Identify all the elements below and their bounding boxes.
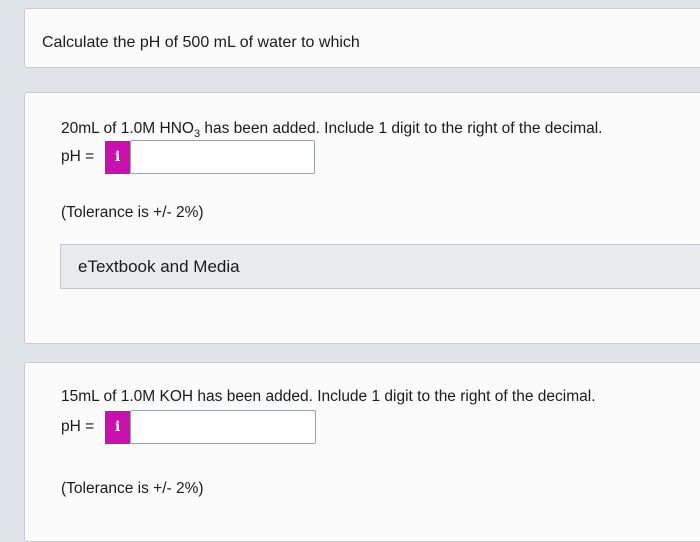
part2-info-icon[interactable]: i — [105, 410, 131, 444]
question-part2-card: 15mL of 1.0M KOH has been added. Include… — [24, 362, 700, 542]
etextbook-media-button[interactable]: eTextbook and Media — [60, 244, 700, 289]
question-part1-card: 20mL of 1.0M HNO3 has been added. Includ… — [24, 92, 700, 344]
part1-question: 20mL of 1.0M HNO3 has been added. Includ… — [61, 120, 603, 140]
part2-tolerance-text: (Tolerance is +/- 2%) — [61, 480, 204, 497]
intro-card: Calculate the pH of 500 mL of water to w… — [24, 8, 700, 68]
part1-question-prefix: 20mL of 1.0M HNO — [61, 120, 194, 137]
part2-question: 15mL of 1.0M KOH has been added. Include… — [61, 388, 596, 405]
part1-question-suffix: has been added. Include 1 digit to the r… — [200, 120, 603, 137]
part1-ph-label: pH = — [61, 148, 95, 165]
part2-ph-input[interactable] — [130, 410, 317, 444]
part1-info-icon[interactable]: i — [105, 140, 131, 174]
part1-answer-row: pH = i — [61, 140, 316, 174]
part1-ph-input[interactable] — [130, 140, 316, 174]
part2-ph-label: pH = — [61, 418, 95, 435]
part2-answer-row: pH = i — [61, 410, 317, 444]
part1-tolerance-text: (Tolerance is +/- 2%) — [61, 204, 204, 221]
intro-text: Calculate the pH of 500 mL of water to w… — [42, 34, 360, 51]
